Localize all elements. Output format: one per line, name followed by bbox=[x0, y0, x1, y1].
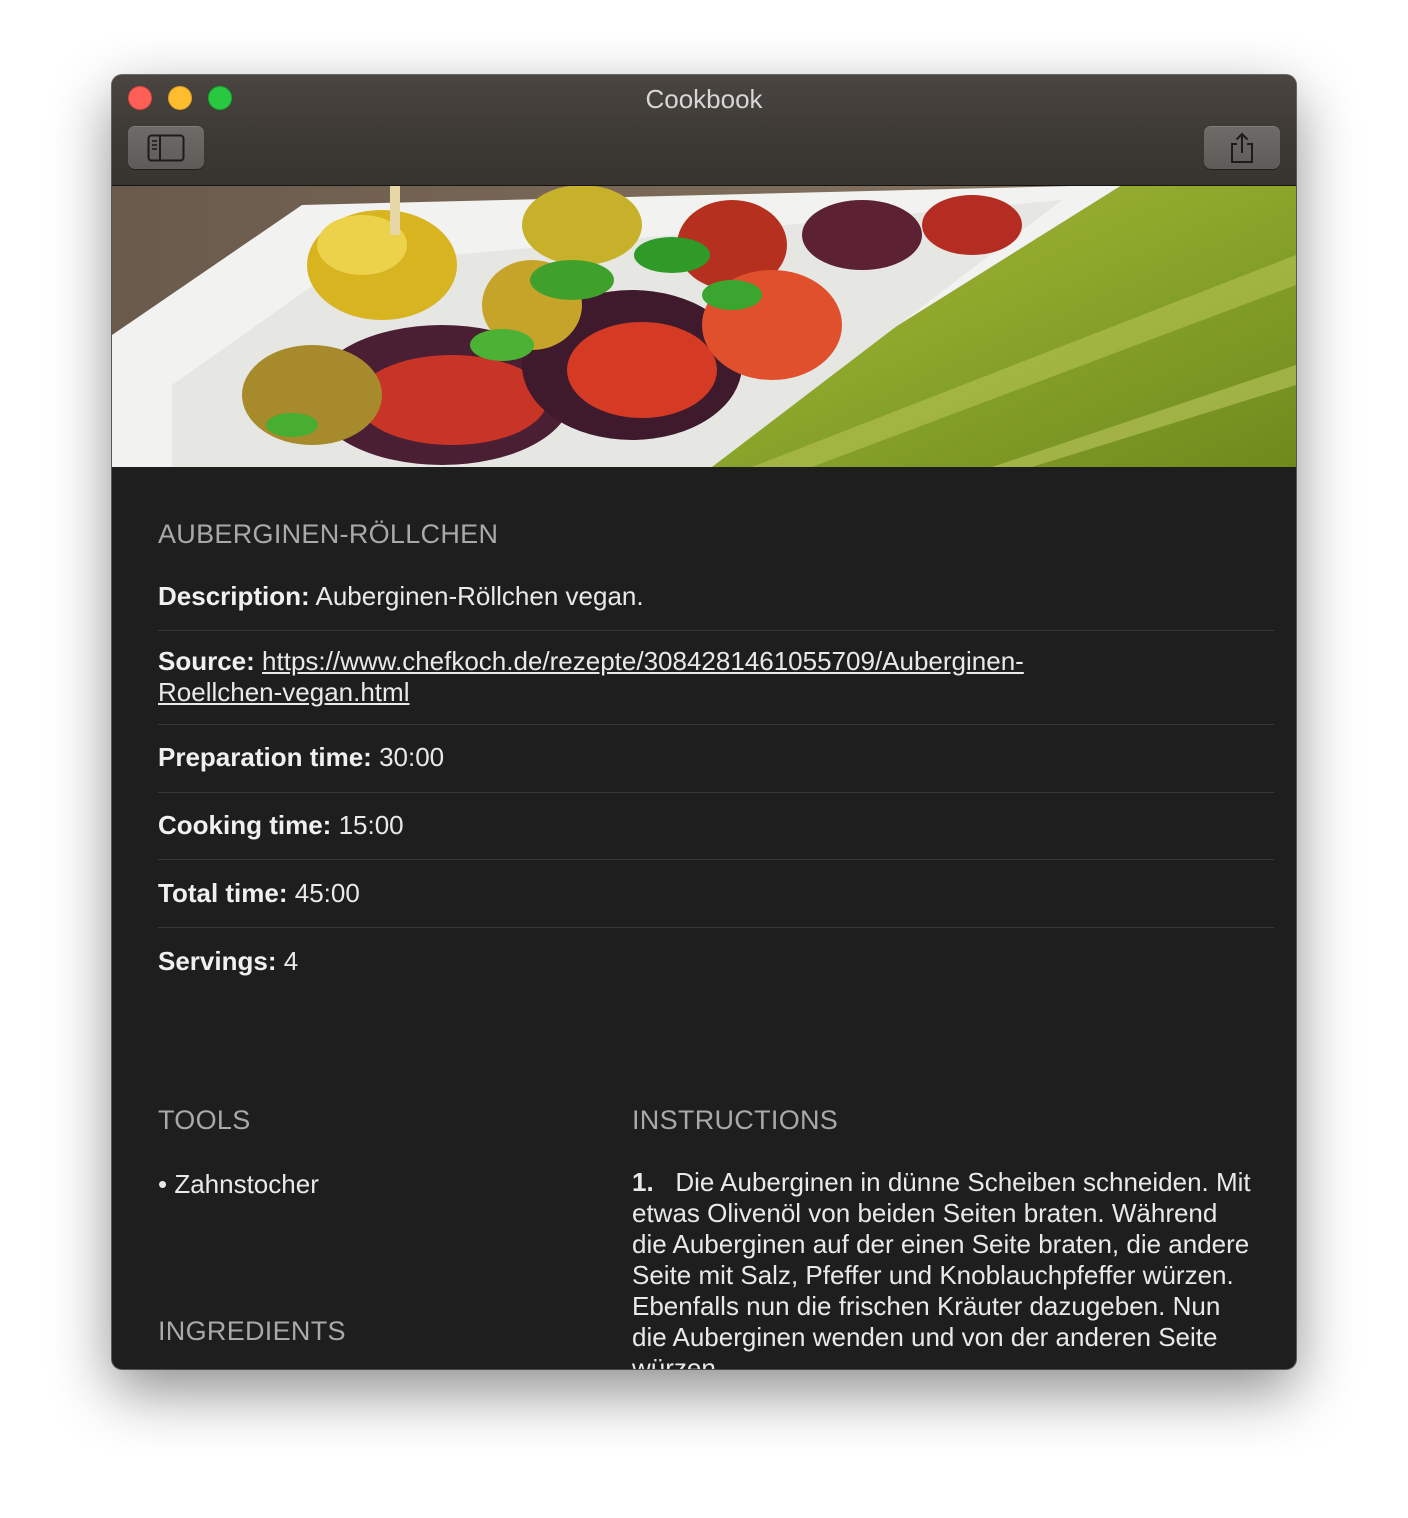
source-link[interactable]: https://www.chefkoch.de/rezepte/30842814… bbox=[158, 646, 1024, 707]
divider bbox=[158, 927, 1274, 928]
instruction-step: 1. Die Auberginen in dünne Scheiben schn… bbox=[632, 1167, 1252, 1369]
source-row: Source: https://www.chefkoch.de/rezepte/… bbox=[158, 646, 1274, 708]
description-label: Description: bbox=[158, 581, 310, 611]
source-link-line1[interactable]: https://www.chefkoch.de/rezepte/30842814… bbox=[262, 646, 1024, 676]
divider bbox=[158, 630, 1274, 631]
prep-time-label: Preparation time: bbox=[158, 742, 372, 772]
total-time-value: 45:00 bbox=[294, 878, 360, 908]
tools-title: TOOLS bbox=[158, 1105, 251, 1135]
servings-value: 4 bbox=[283, 946, 299, 976]
recipe-details: AUBERGINEN-RÖLLCHEN Description: Aubergi… bbox=[112, 467, 1296, 1369]
prep-time-value: 30:00 bbox=[379, 742, 445, 772]
servings-label: Servings: bbox=[158, 946, 277, 976]
step-number: 1. bbox=[632, 1167, 654, 1197]
divider bbox=[158, 859, 1274, 860]
recipe-name: AUBERGINEN-RÖLLCHEN bbox=[158, 519, 499, 549]
step-text: Die Auberginen in dünne Scheiben schneid… bbox=[632, 1167, 1251, 1369]
prep-time-row: Preparation time: 30:00 bbox=[158, 742, 1274, 773]
window-title: Cookbook bbox=[645, 84, 763, 114]
cook-time-value: 15:00 bbox=[338, 810, 404, 840]
recipe-hero-image bbox=[112, 185, 1296, 467]
description-row: Description: Auberginen-Röllchen vegan. bbox=[158, 581, 1274, 612]
tool-item: • Zahnstocher bbox=[158, 1169, 319, 1199]
share-button[interactable] bbox=[1204, 126, 1280, 169]
instructions-title: INSTRUCTIONS bbox=[632, 1105, 839, 1135]
total-time-label: Total time: bbox=[158, 878, 288, 908]
title-bar: Cookbook bbox=[112, 75, 1296, 186]
cook-time-row: Cooking time: 15:00 bbox=[158, 810, 1274, 841]
toggle-sidebar-button[interactable] bbox=[128, 126, 204, 169]
source-label: Source: bbox=[158, 646, 255, 676]
cook-time-label: Cooking time: bbox=[158, 810, 332, 840]
source-link-line2[interactable]: Roellchen-vegan.html bbox=[158, 677, 409, 707]
cookbook-window: Cookbook AUBERGINEN-RÖLLCHEN Description… bbox=[112, 75, 1296, 1369]
description-value: Auberginen-Röllchen vegan. bbox=[315, 581, 644, 611]
servings-row: Servings: 4 bbox=[158, 946, 1274, 977]
ingredients-title: INGREDIENTS bbox=[158, 1316, 346, 1346]
total-time-row: Total time: 45:00 bbox=[158, 878, 1274, 909]
divider bbox=[158, 724, 1274, 725]
share-icon bbox=[1231, 132, 1253, 163]
sidebar-toggle-icon bbox=[147, 134, 185, 161]
divider bbox=[158, 792, 1274, 793]
